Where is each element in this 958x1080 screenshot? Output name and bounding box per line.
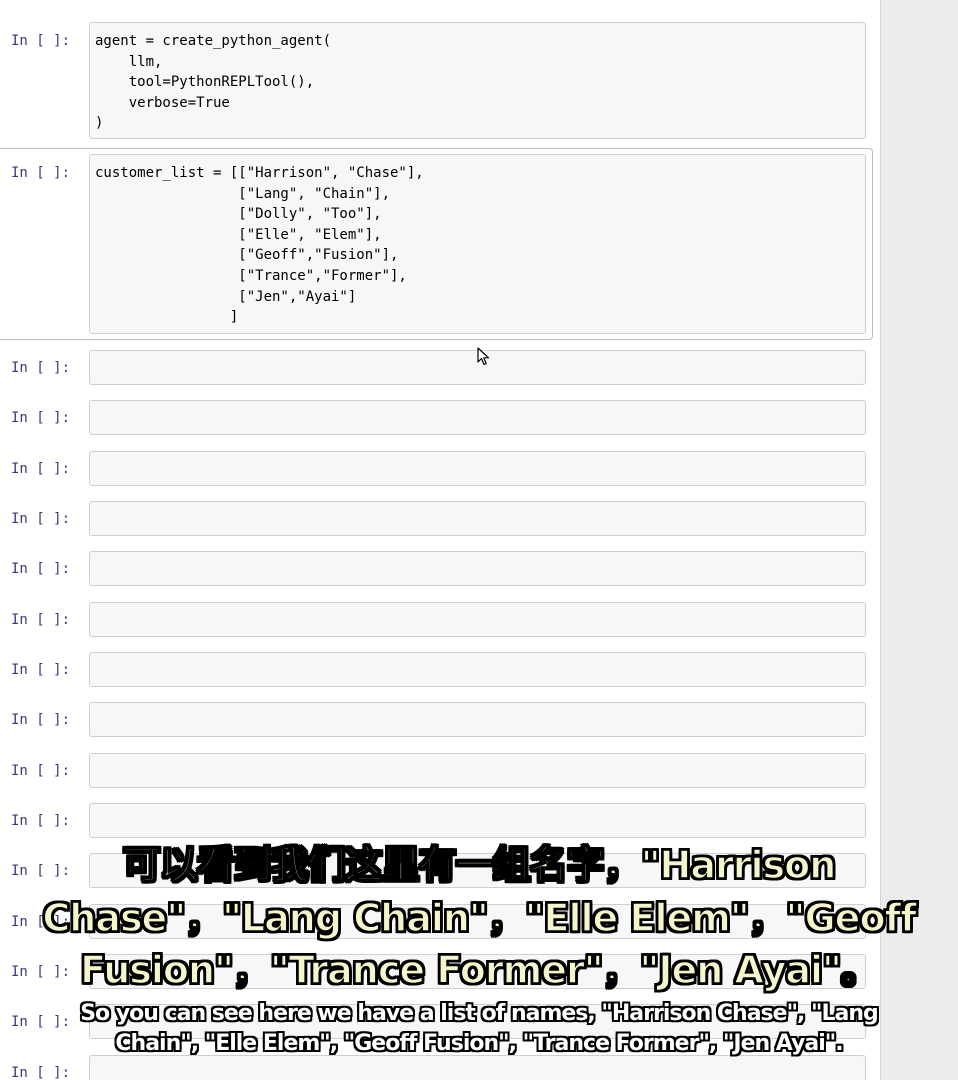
empty-code-cell[interactable]: In [ ]: (0, 652, 866, 687)
cell-prompt: In [ ]: (11, 561, 71, 577)
subtitle-en-line: Chain", "Elle Elem", "Geoff Fusion", "Tr… (115, 1031, 843, 1056)
code-block: agent = create_python_agent( llm, tool=P… (95, 31, 331, 134)
cell-input-area[interactable] (89, 753, 866, 788)
cell-input-area[interactable] (89, 803, 866, 838)
empty-code-cell[interactable]: In [ ]: (0, 501, 866, 536)
code-block: customer_list = [["Harrison", "Chase"], … (95, 163, 424, 328)
cell-prompt: In [ ]: (11, 763, 71, 779)
empty-code-cell[interactable]: In [ ]: (0, 702, 866, 737)
empty-code-cell[interactable]: In [ ]: (0, 400, 866, 435)
cell-prompt: In [ ]: (11, 662, 71, 678)
empty-code-cell[interactable]: In [ ]: (0, 551, 866, 586)
code-line: ["Elle", "Elem"], (95, 226, 382, 243)
cell-prompt: In [ ]: (11, 165, 71, 181)
empty-code-cell[interactable]: In [ ]: (0, 602, 866, 637)
cell-input-area[interactable] (89, 451, 866, 486)
empty-code-cell[interactable]: In [ ]: (0, 803, 866, 838)
cell-input-area[interactable] (89, 551, 866, 586)
cell-input-area[interactable] (89, 1055, 866, 1080)
subtitle-en-line: So you can see here we have a list of na… (80, 1001, 879, 1026)
cell-input-area[interactable]: agent = create_python_agent( llm, tool=P… (89, 22, 866, 139)
cell-prompt: In [ ]: (11, 410, 71, 426)
cell-input-area[interactable]: customer_list = [["Harrison", "Chase"], … (89, 154, 866, 334)
empty-code-cell[interactable]: In [ ]: (0, 350, 866, 385)
subtitle-zh-line: Chase"，"Lang Chain"，"Elle Elem"，"Geoff (42, 896, 918, 940)
cell-prompt: In [ ]: (11, 1065, 71, 1080)
empty-code-cell[interactable]: In [ ]: (0, 753, 866, 788)
cell-prompt: In [ ]: (11, 712, 71, 728)
code-line: verbose=True (95, 94, 230, 111)
cell-input-area[interactable] (89, 652, 866, 687)
code-line: llm, (95, 53, 163, 70)
cell-input-area[interactable] (89, 602, 866, 637)
code-line: ) (95, 115, 104, 132)
code-line: ["Lang", "Chain"], (95, 185, 391, 202)
cell-input-area[interactable] (89, 501, 866, 536)
code-line: customer_list = [["Harrison", "Chase"], (95, 165, 424, 181)
cell-prompt: In [ ]: (11, 33, 71, 49)
code-line: ["Trance","Former"], (95, 267, 407, 284)
subtitle-zh-line: 可以看到我们这里有一组名字，"Harrison (122, 843, 837, 887)
cell-input-area[interactable] (89, 702, 866, 737)
cell-input-area[interactable] (89, 400, 866, 435)
subtitle-zh-line: Fusion"，"Trance Former"，"Jen Ayai"。 (79, 948, 879, 992)
cell-prompt: In [ ]: (11, 461, 71, 477)
code-line: ["Jen","Ayai"] (95, 288, 357, 305)
code-cell-customer-list[interactable]: In [ ]: customer_list = [["Harrison", "C… (0, 148, 873, 340)
notebook-window: In [ ]: agent = create_python_agent( llm… (0, 0, 958, 1080)
code-line: ["Dolly", "Too"], (95, 206, 382, 223)
code-line: tool=PythonREPLTool(), (95, 74, 315, 91)
cell-prompt: In [ ]: (11, 612, 71, 628)
cell-prompt: In [ ]: (11, 813, 71, 829)
mouse-pointer-icon (477, 347, 490, 366)
code-line: agent = create_python_agent( (95, 33, 332, 49)
empty-code-cell[interactable]: In [ ]: (0, 1055, 866, 1080)
cell-prompt: In [ ]: (11, 511, 71, 527)
code-line: ["Geoff","Fusion"], (95, 247, 399, 264)
code-line: ] (95, 309, 239, 326)
empty-code-cell[interactable]: In [ ]: (0, 451, 866, 486)
code-cell-create-agent[interactable]: In [ ]: agent = create_python_agent( llm… (0, 22, 866, 139)
cell-prompt: In [ ]: (11, 360, 71, 376)
